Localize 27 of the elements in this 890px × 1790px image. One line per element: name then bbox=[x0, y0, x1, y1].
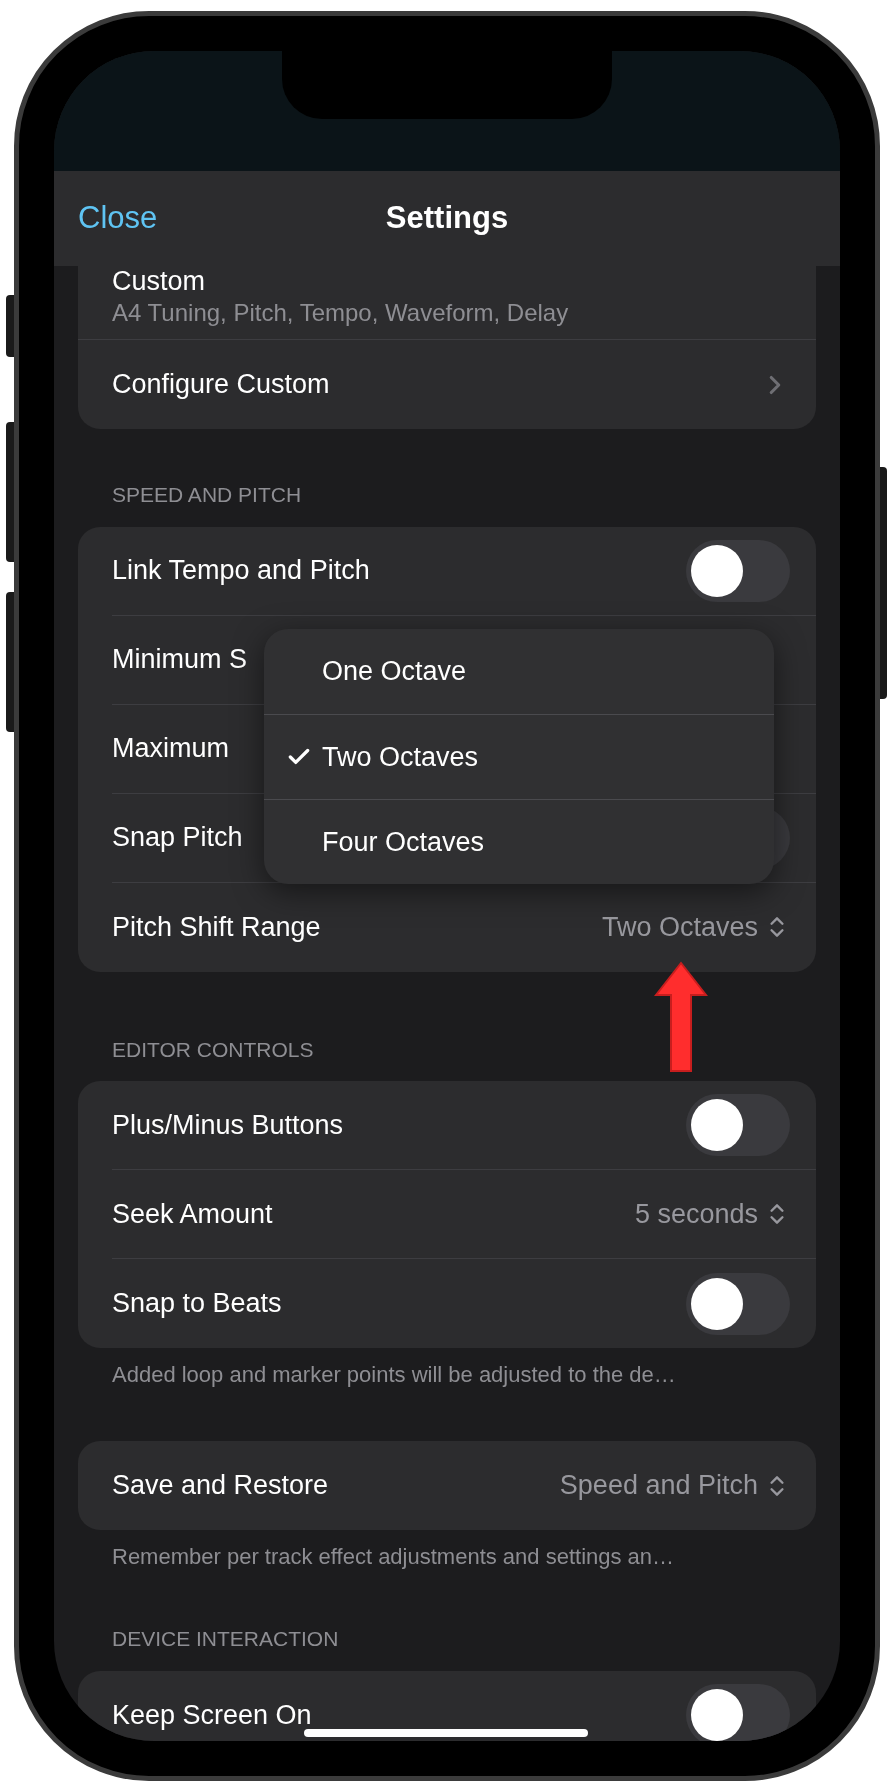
section-header: SPEED AND PITCH bbox=[112, 483, 302, 506]
section-footer: Added loop and marker points will be adjusted to the de… bbox=[112, 1362, 676, 1387]
section-header: DEVICE INTERACTION bbox=[112, 1627, 339, 1650]
row-label: Pitch Shift Range bbox=[112, 910, 321, 944]
row-label: Snap Pitch bbox=[112, 821, 243, 855]
row-label: Maximum bbox=[112, 732, 229, 766]
menu-value[interactable]: Speed and Pitch bbox=[559, 1465, 758, 1506]
row-label: Configure Custom bbox=[112, 368, 330, 402]
row-detail: A4 Tuning, Pitch, Tempo, Waveform, Delay bbox=[112, 298, 570, 328]
row-label: Custom bbox=[112, 266, 207, 297]
row-label: Save and Restore bbox=[112, 1469, 329, 1503]
row-label: Plus/Minus Buttons bbox=[112, 1108, 344, 1142]
section-header: EDITOR CONTROLS bbox=[112, 1037, 314, 1061]
row-label: Minimum S bbox=[112, 643, 247, 677]
section-footer: Remember per track effect adjustments and settings an… bbox=[112, 1544, 675, 1569]
menu-option[interactable]: One Octave bbox=[264, 629, 774, 714]
row-label: Keep Screen On bbox=[112, 1698, 312, 1732]
menu-value[interactable]: 5 seconds bbox=[634, 1193, 758, 1235]
menu-value[interactable]: Two Octaves bbox=[601, 906, 758, 948]
menu-option[interactable]: Two Octaves bbox=[264, 714, 774, 799]
row-label: Link Tempo and Pitch bbox=[112, 554, 370, 588]
row-label: Seek Amount bbox=[112, 1197, 273, 1231]
close-button[interactable]: Close bbox=[78, 195, 158, 242]
nav-title: Settings bbox=[385, 199, 509, 238]
menu-option[interactable]: Four Octaves bbox=[264, 799, 774, 884]
toggle-switch[interactable] bbox=[686, 1684, 790, 1741]
row-label: Snap to Beats bbox=[112, 1287, 282, 1321]
